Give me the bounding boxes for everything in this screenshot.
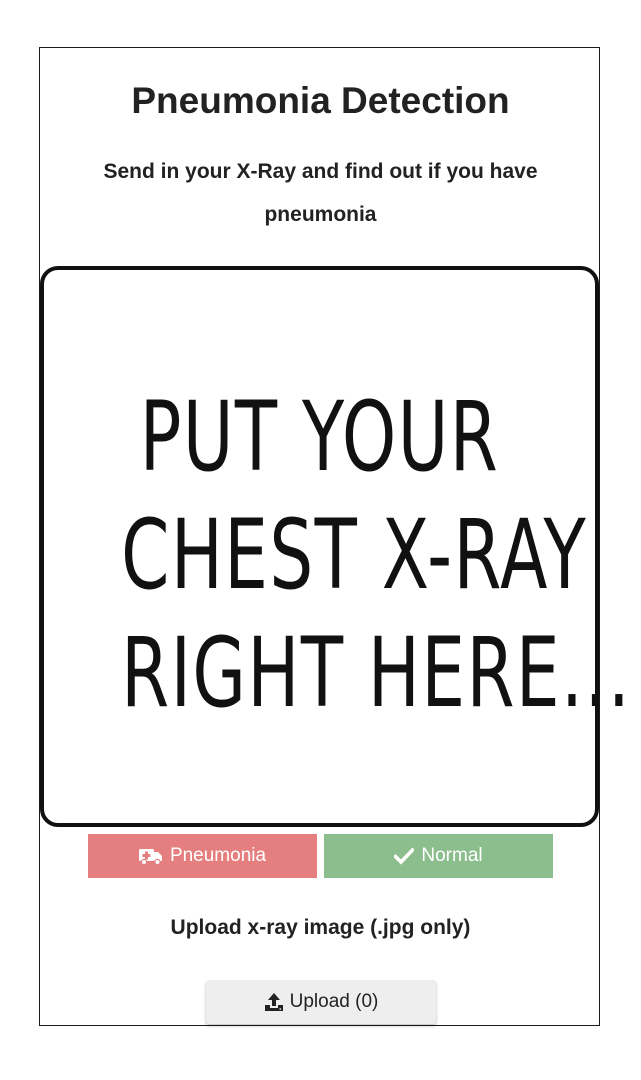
upload-button[interactable]: Upload (0) — [206, 980, 436, 1024]
upload-instruction: Upload x-ray image (.jpg only) — [170, 916, 471, 939]
upload-button-label: Upload (0) — [289, 991, 379, 1012]
dropzone-line-1: PUT YOUR — [139, 381, 500, 493]
pneumonia-button-label: Pneumonia — [169, 845, 267, 866]
dropzone-line-2: CHEST X-RAY — [121, 499, 588, 611]
upload-icon — [264, 992, 284, 1012]
check-icon — [394, 847, 415, 865]
dropzone-line-3: RIGHT HERE... — [121, 617, 632, 729]
xray-dropzone[interactable]: PUT YOUR CHEST X-RAY RIGHT HERE... — [40, 266, 632, 827]
page-title: Pneumonia Detection — [131, 80, 510, 121]
result-buttons: Pneumonia Normal — [88, 834, 553, 878]
pneumonia-button[interactable]: Pneumonia — [88, 834, 317, 878]
normal-button[interactable]: Normal — [324, 834, 553, 878]
ambulance-icon — [138, 847, 163, 865]
dropzone-placeholder: PUT YOUR CHEST X-RAY RIGHT HERE... — [44, 378, 632, 732]
normal-button-label: Normal — [421, 845, 483, 866]
page-subtitle: Send in your X-Ray and find out if you h… — [103, 160, 538, 226]
